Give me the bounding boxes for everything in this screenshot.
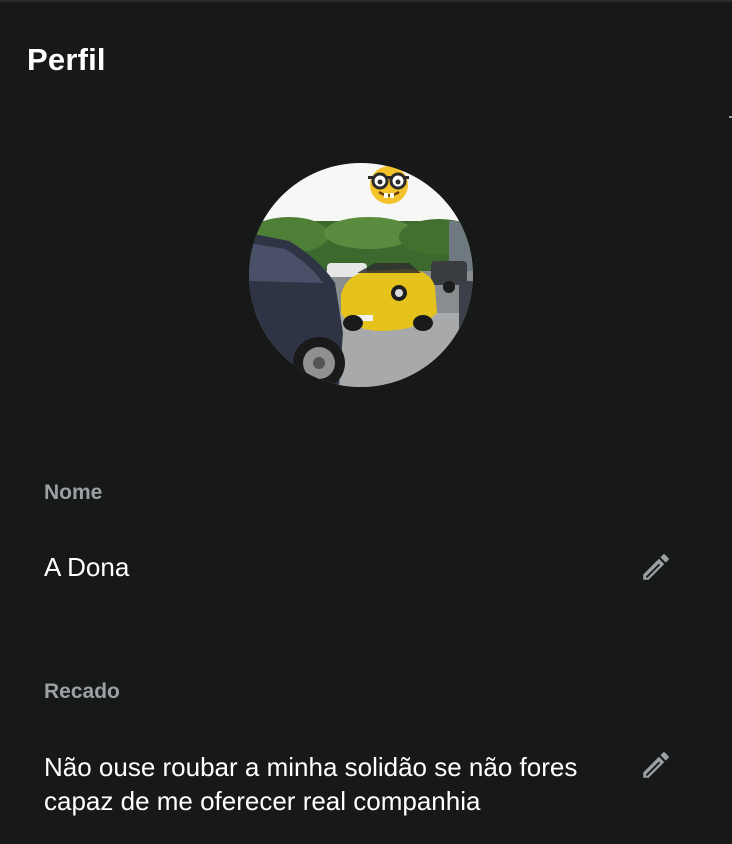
avatar[interactable] <box>249 163 473 387</box>
pencil-icon <box>643 752 669 778</box>
about-label: Recado <box>44 680 120 703</box>
page-title: Perfil <box>27 42 106 77</box>
about-value-line-1: Não ouse roubar a minha solidão se não f… <box>44 752 578 782</box>
pencil-icon <box>643 554 669 580</box>
profile-panel: Perfil Nome A Dona Recado Não ouse rouba… <box>0 0 732 844</box>
edit-name-button[interactable] <box>637 548 675 586</box>
about-value-line-2: capaz de me oferecer real companhia <box>44 786 481 816</box>
avatar-photo <box>249 163 473 387</box>
name-label: Nome <box>44 481 103 504</box>
top-divider <box>0 0 732 2</box>
name-value: A Dona <box>44 552 130 582</box>
edit-about-button[interactable] <box>637 746 675 784</box>
